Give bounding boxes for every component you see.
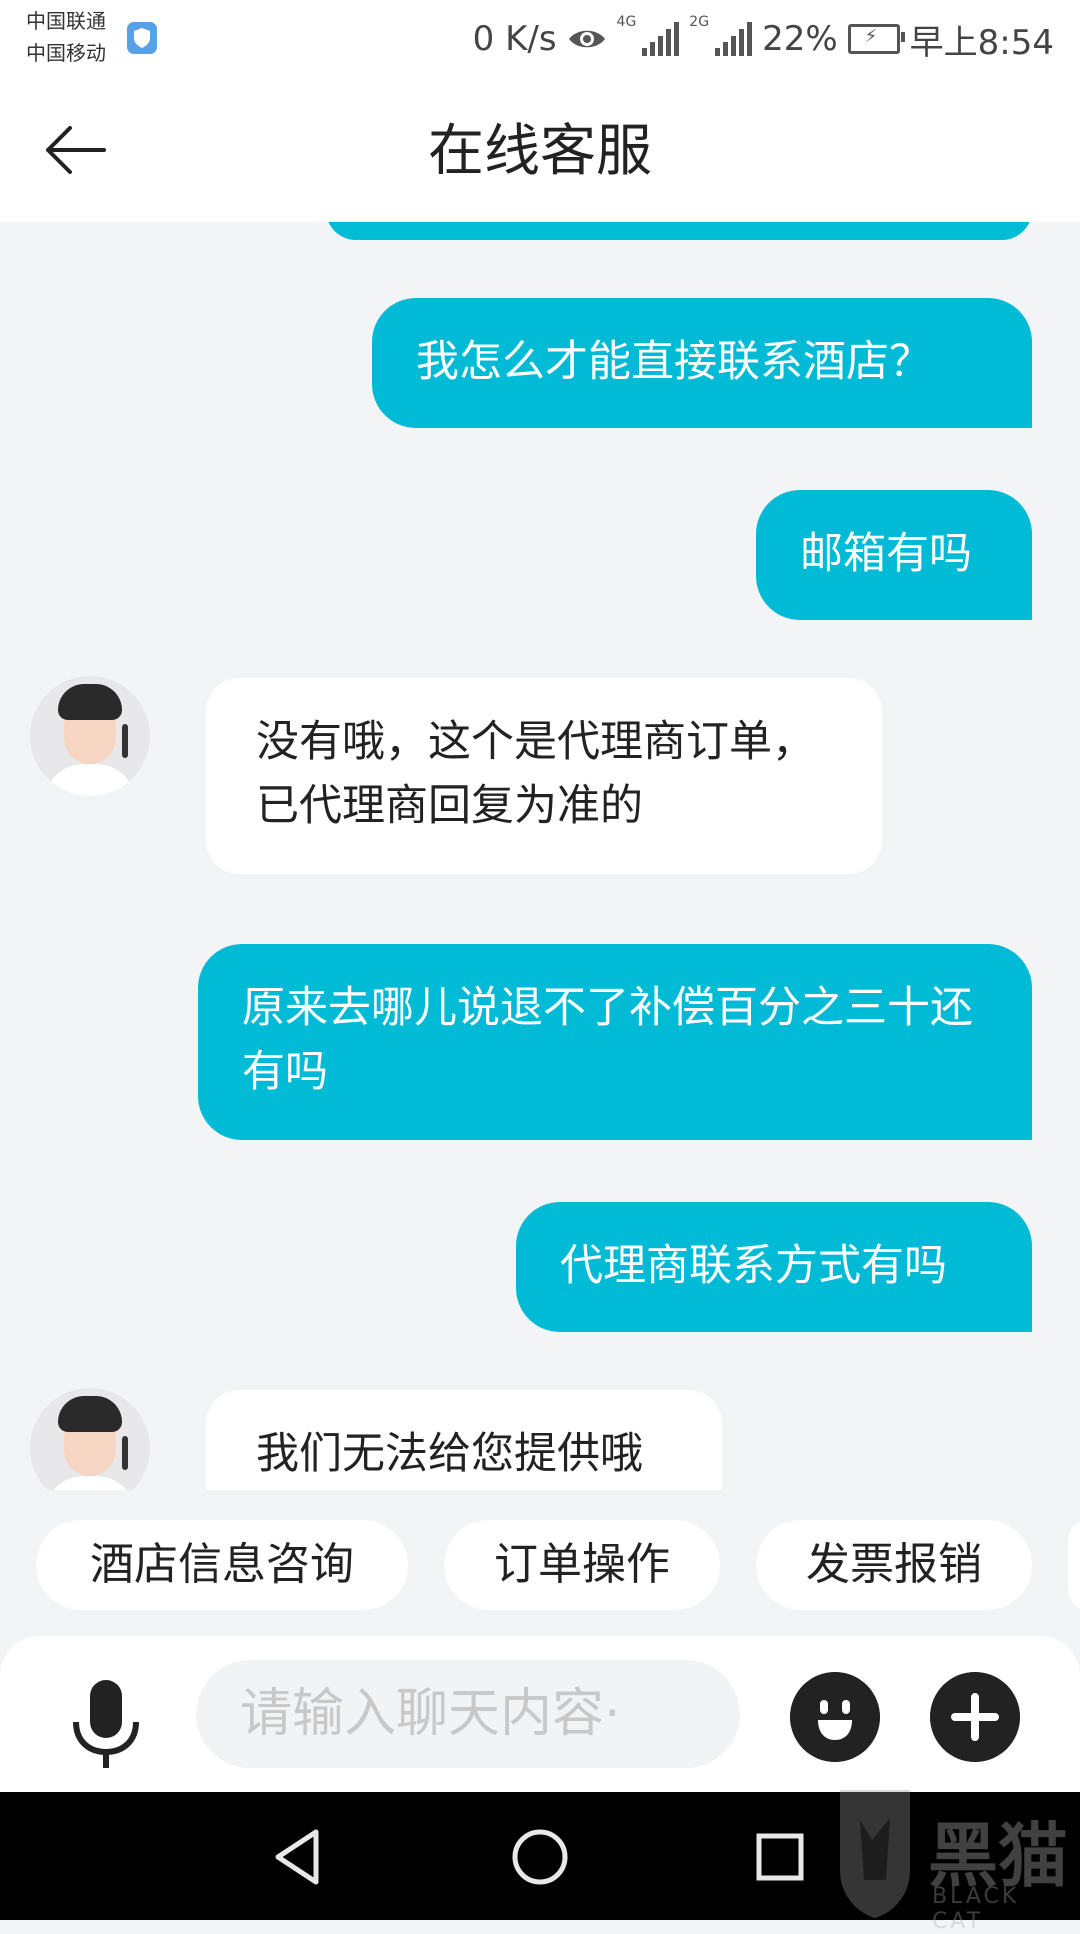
chat-area[interactable]: 我怎么才能直接联系酒店？ 邮箱有吗 没有哦，这个是代理商订单，已代理商回复为准的… bbox=[0, 222, 1080, 1490]
signal-icon bbox=[642, 22, 680, 56]
message-text: 代理商联系方式有吗 bbox=[560, 1241, 947, 1291]
quick-reply-hotel-info[interactable]: 酒店信息咨询 bbox=[36, 1520, 408, 1610]
agent-avatar bbox=[30, 1388, 150, 1490]
shield-icon bbox=[127, 22, 157, 54]
message-bubble-sent: 我怎么才能直接联系酒店？ bbox=[372, 298, 1032, 428]
quick-reply-order[interactable]: 订单操作 bbox=[444, 1520, 720, 1610]
message-text: 我们无法给您提供哦 bbox=[256, 1429, 643, 1479]
nav-home-icon[interactable] bbox=[505, 1822, 575, 1892]
carrier-name-2: 中国移动 bbox=[26, 41, 106, 65]
agent-avatar bbox=[30, 676, 150, 796]
emoji-icon[interactable] bbox=[790, 1672, 880, 1762]
message-text: 原来去哪儿说退不了补偿百分之三十还有吗 bbox=[242, 983, 973, 1097]
message-bubble-sent: 原来去哪儿说退不了补偿百分之三十还有吗 bbox=[198, 944, 1032, 1140]
message-text: 我怎么才能直接联系酒店？ bbox=[416, 337, 932, 387]
message-bubble-sent: 邮箱有吗 bbox=[756, 490, 1032, 620]
cat-logo-icon bbox=[840, 1790, 910, 1918]
microphone-icon[interactable] bbox=[66, 1676, 146, 1772]
status-right: 0 K/s 4G 2G 22% ⚡ 早上8:54 bbox=[473, 14, 1054, 64]
watermark-logo: 黑猫 BLACK CAT bbox=[820, 1780, 1080, 1934]
nav-back-icon[interactable] bbox=[264, 1822, 334, 1892]
message-bubble-partial bbox=[326, 222, 1032, 240]
message-bubble-received: 没有哦，这个是代理商订单，已代理商回复为准的 bbox=[206, 678, 882, 874]
message-bubble-sent: 代理商联系方式有吗 bbox=[516, 1202, 1032, 1332]
signal-1-label: 4G bbox=[616, 14, 637, 30]
quick-reply-bar: 酒店信息咨询 订单操作 发票报销 bbox=[0, 1490, 1080, 1630]
chat-input[interactable] bbox=[196, 1660, 740, 1768]
carrier-name-1: 中国联通 bbox=[26, 9, 106, 33]
status-bar: 中国联通 中国移动 0 K/s 4G 2G 22% ⚡ 早上8:54 bbox=[0, 0, 1080, 80]
eye-icon bbox=[568, 30, 605, 48]
battery-percent: 22% bbox=[762, 19, 838, 59]
app-header: 在线客服 bbox=[0, 80, 1080, 222]
watermark-sub: BLACK CAT bbox=[932, 1884, 1020, 1934]
net-speed: 0 K/s bbox=[472, 19, 557, 59]
page-title: 在线客服 bbox=[428, 119, 652, 184]
message-text: 邮箱有吗 bbox=[800, 529, 972, 579]
quick-reply-invoice[interactable]: 发票报销 bbox=[756, 1520, 1032, 1610]
message-bubble-received: 我们无法给您提供哦 bbox=[206, 1390, 722, 1490]
clock: 早上8:54 bbox=[909, 22, 1054, 63]
message-text: 没有哦，这个是代理商订单，已代理商回复为准的 bbox=[256, 717, 815, 831]
signal-2-label: 2G bbox=[689, 14, 710, 30]
plus-icon[interactable] bbox=[930, 1672, 1020, 1762]
signal-icon bbox=[715, 22, 753, 56]
input-bar bbox=[0, 1636, 1080, 1792]
nav-recents-icon[interactable] bbox=[745, 1822, 815, 1892]
battery-icon: ⚡ bbox=[847, 24, 905, 54]
quick-reply-more[interactable] bbox=[1068, 1520, 1080, 1610]
